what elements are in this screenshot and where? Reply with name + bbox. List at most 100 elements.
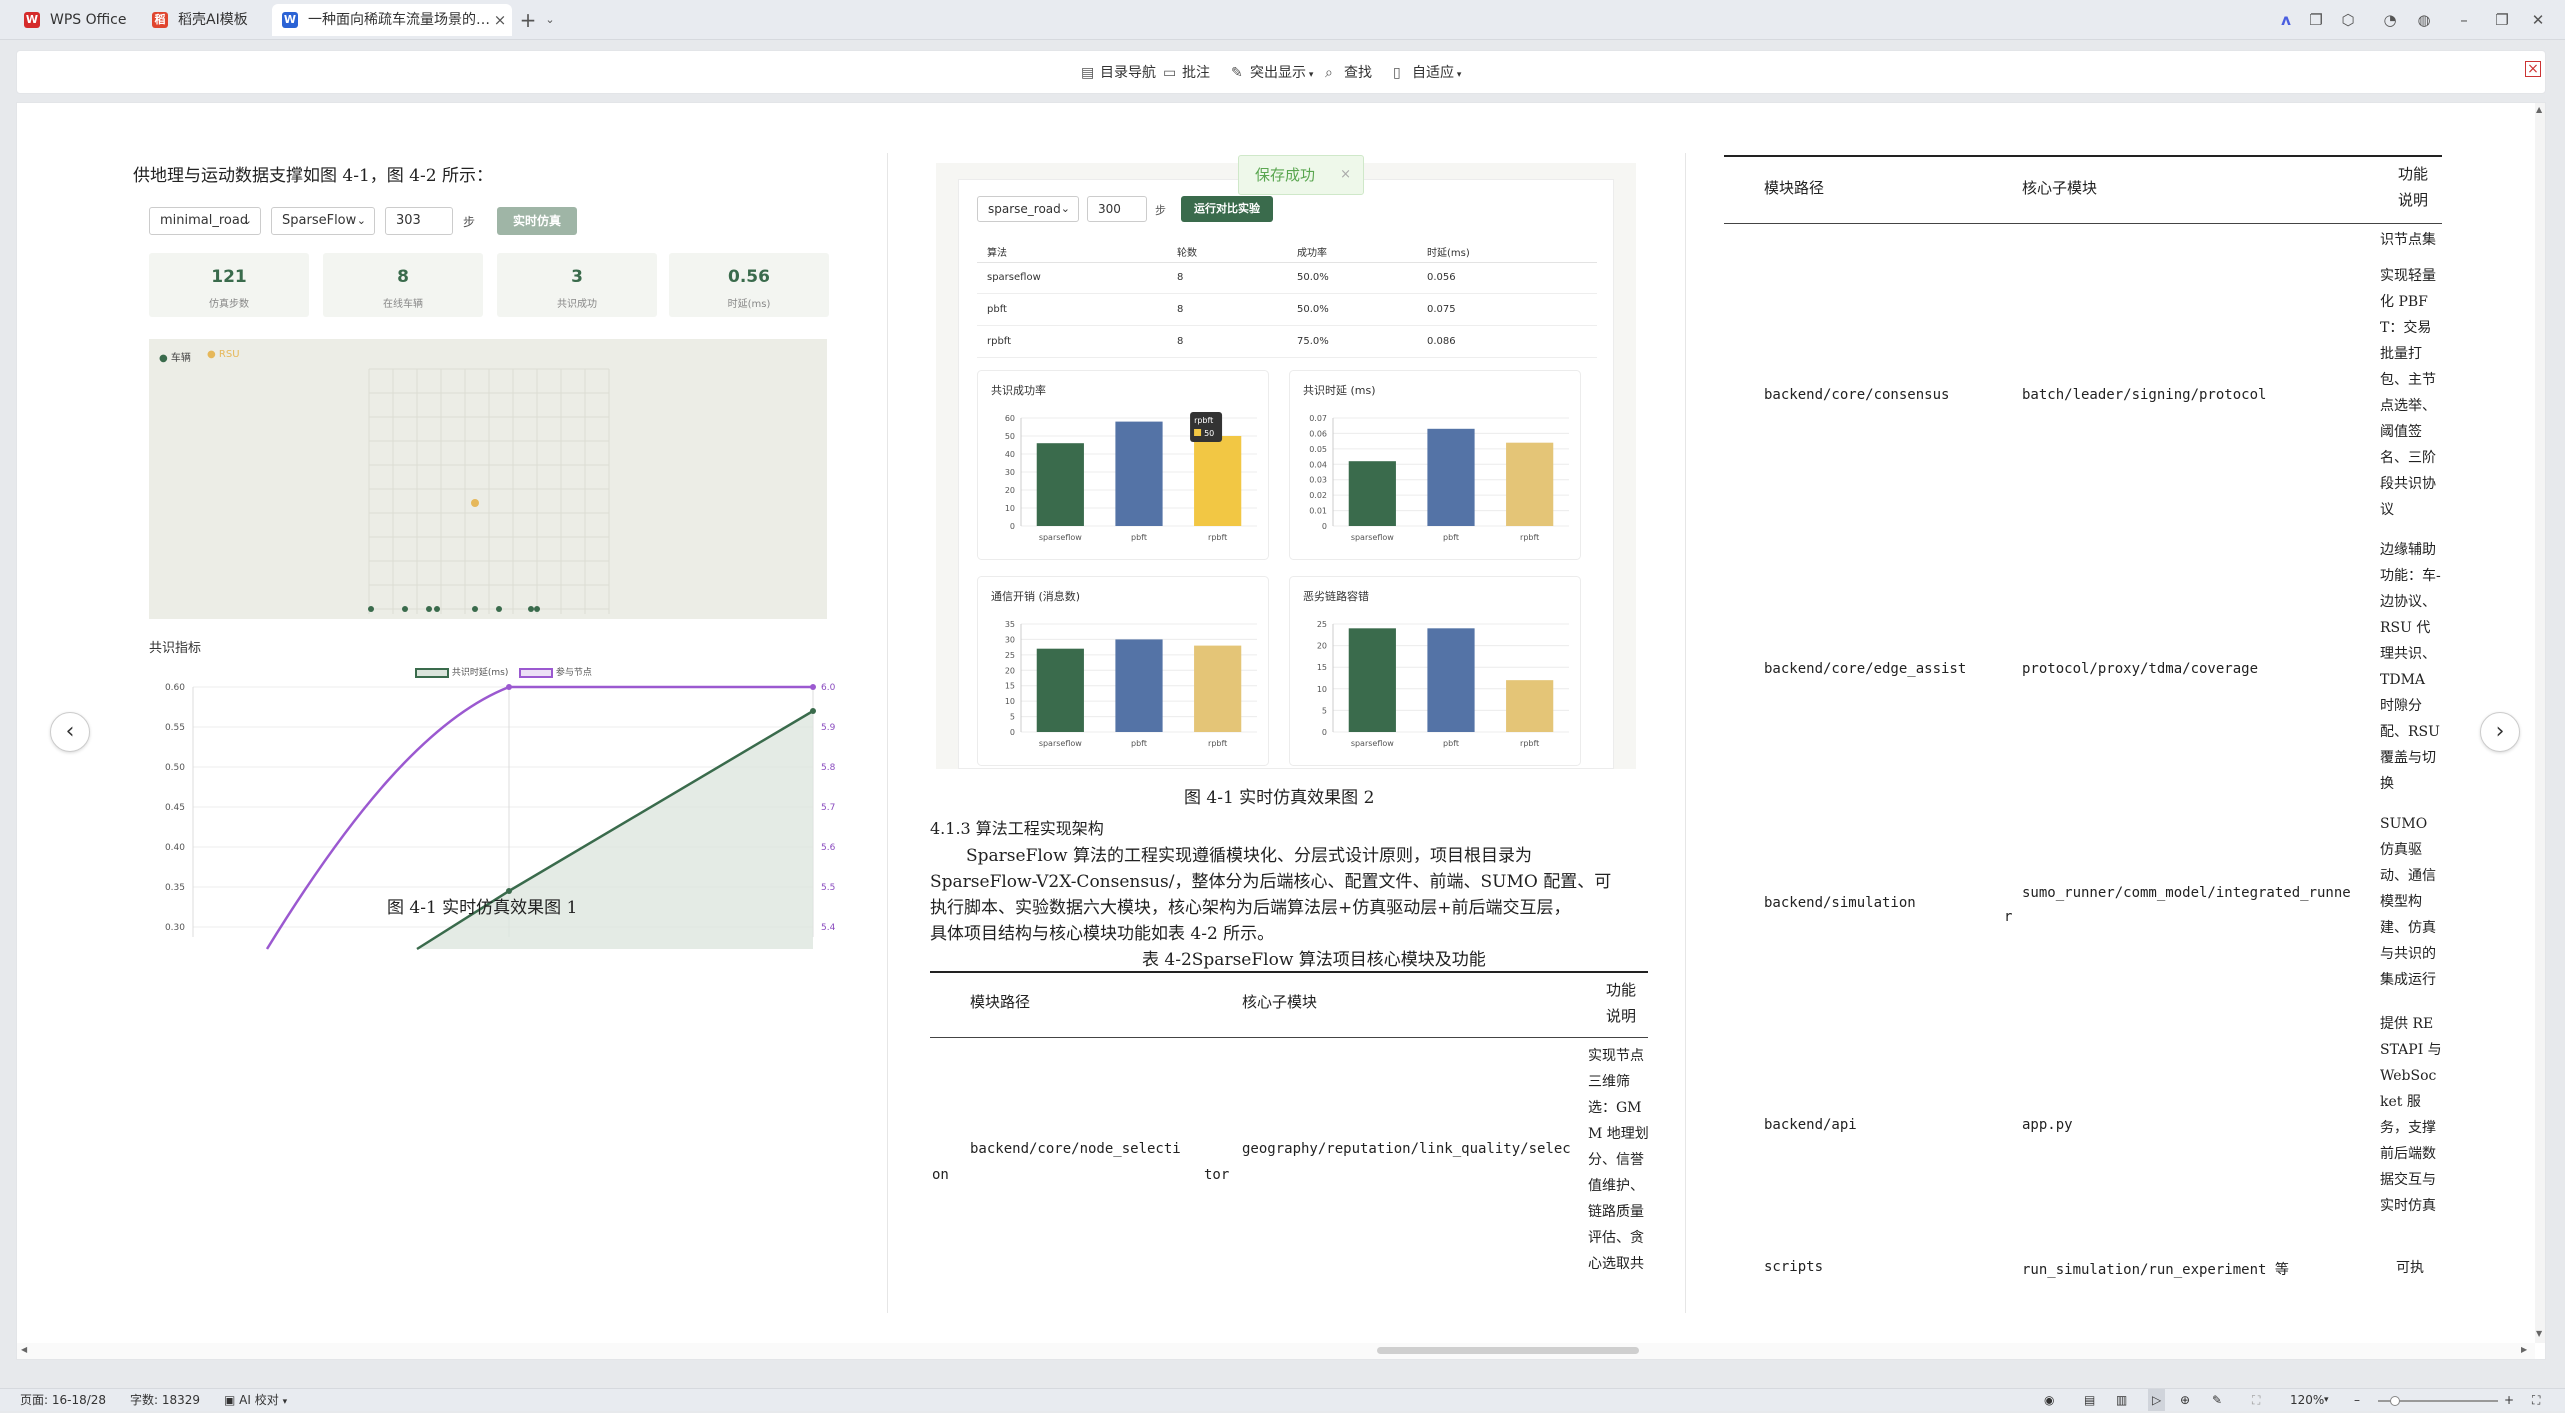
y-tick-label: 50 — [1005, 432, 1015, 441]
package-icon[interactable]: ⬡ — [2336, 8, 2360, 32]
avatar[interactable]: ◍ — [2412, 8, 2436, 32]
road-select[interactable]: minimal_road ⌄ — [149, 207, 261, 235]
annotate-button[interactable]: ▭ 批注 — [1163, 62, 1210, 84]
toast-close-icon[interactable]: × — [1340, 156, 1351, 194]
row-sub-scripts: run_simulation/run_experiment 等 — [2022, 1262, 2289, 1278]
toc-nav-button[interactable]: ▤ 目录导航 — [1081, 62, 1156, 84]
row-sub-simulation: sumo_runner/comm_model/integrated_runne — [2022, 885, 2351, 901]
zoom-menu-chevron-icon[interactable]: ▾ — [2324, 1389, 2329, 1411]
y-tick-label: 35 — [1005, 620, 1015, 629]
stat-card-vehicles: 8 在线车辆 — [323, 253, 483, 317]
next-page-button[interactable]: › — [2480, 712, 2520, 752]
algorithm-select[interactable]: SparseFlow ⌄ — [271, 207, 375, 235]
bar[interactable] — [1506, 680, 1554, 732]
focus-mode-icon[interactable]: ⛶ — [2252, 1389, 2260, 1411]
scroll-up-arrow-icon[interactable]: ▲ — [2536, 105, 2542, 114]
bar[interactable] — [1427, 628, 1475, 732]
bar[interactable] — [1194, 436, 1242, 526]
find-button[interactable]: ⌕ 查找 — [1325, 62, 1372, 84]
restore-icon[interactable]: ❐ — [2490, 8, 2514, 32]
x-tick-label: rpbft — [1520, 533, 1539, 542]
tab-document[interactable]: W 一种面向稀疏车流量场景的… — [272, 4, 512, 36]
x-tick-label: sparseflow — [1039, 739, 1082, 748]
scroll-thumb[interactable] — [1377, 1347, 1639, 1354]
x-tick-label: rpbft — [1520, 739, 1539, 748]
bar[interactable] — [1036, 648, 1084, 732]
highlight-button[interactable]: ✎ 突出显示 ▾ — [1231, 62, 1313, 84]
col-rounds: 轮数 — [1177, 248, 1197, 259]
bar[interactable] — [1348, 461, 1396, 526]
scroll-left-arrow-icon[interactable]: ◀ — [21, 1345, 27, 1354]
th-function: 功能说明 — [1606, 981, 1637, 1025]
steps-input[interactable]: 300 — [1087, 196, 1147, 222]
run-comparison-button[interactable]: 运行对比实验 — [1181, 196, 1273, 222]
page-view-icon[interactable]: ▤ — [2084, 1389, 2095, 1411]
road-select[interactable]: sparse_road ⌄ — [977, 196, 1079, 222]
prev-page-button[interactable]: ‹ — [50, 712, 90, 752]
y-tick-label: 10 — [1005, 504, 1015, 513]
y-tick-label: 25 — [1317, 620, 1327, 629]
bar[interactable] — [1506, 442, 1554, 526]
nodes-point[interactable] — [506, 684, 512, 690]
bar[interactable] — [1115, 639, 1163, 732]
row-sub-edge-assist: protocol/proxy/tdma/coverage — [2022, 661, 2259, 677]
window-layout-icon[interactable]: ❐ — [2304, 8, 2328, 32]
right-tick-label: 5.8 — [821, 763, 836, 773]
chevron-left-icon: ‹ — [65, 719, 75, 744]
new-tab-icon[interactable]: + — [516, 8, 540, 32]
vertical-scrollbar[interactable]: ▲ ▼ — [2535, 103, 2545, 1343]
table-cell: 8 — [1177, 336, 1184, 347]
latency-point[interactable] — [810, 708, 816, 714]
ai-icon[interactable]: ᴧ — [2274, 8, 2298, 32]
y-tick-label: 0 — [1322, 522, 1327, 531]
y-tick-label: 5 — [1010, 713, 1015, 722]
tab-close-icon[interactable]: × — [488, 8, 512, 32]
scroll-right-arrow-icon[interactable]: ▶ — [2521, 1345, 2527, 1354]
web-view-icon[interactable]: ⊕ — [2180, 1389, 2190, 1411]
fullscreen-icon[interactable]: ⛶ — [2532, 1389, 2540, 1411]
zoom-slider-handle[interactable] — [2390, 1396, 2400, 1406]
zoom-out-icon[interactable]: – — [2354, 1389, 2360, 1411]
bar[interactable] — [1194, 645, 1242, 732]
bar[interactable] — [1115, 421, 1163, 526]
nodes-point[interactable] — [810, 684, 816, 690]
word-count[interactable]: 字数: 18329 — [130, 1389, 200, 1411]
realtime-sim-button[interactable]: 实时仿真 — [497, 207, 577, 235]
intro-paragraph: 供地理与运动数据支撑如图 4-1，图 4-2 所示： — [133, 166, 493, 186]
horizontal-scrollbar[interactable]: ◀ ▶ — [17, 1343, 2535, 1359]
outline-view-icon[interactable]: ▥ — [2116, 1389, 2127, 1411]
x-tick-label: pbft — [1131, 533, 1147, 542]
x-tick-label: sparseflow — [1351, 739, 1394, 748]
steps-input[interactable]: 303 — [385, 207, 453, 235]
document-viewport[interactable]: 供地理与运动数据支撑如图 4-1，图 4-2 所示： minimal_road ⌄… — [16, 102, 2546, 1360]
y-tick-label: 0.01 — [1309, 507, 1327, 516]
chart-title: 共识成功率 — [991, 383, 1046, 397]
tab-list-chevron-icon[interactable]: ⌄ — [538, 8, 562, 32]
zoom-level[interactable]: 120% — [2290, 1389, 2324, 1411]
skin-icon[interactable]: ◔ — [2378, 8, 2402, 32]
fit-button[interactable]: ▯ 自适应 ▾ — [1393, 62, 1461, 84]
close-window-icon[interactable]: ✕ — [2526, 8, 2550, 32]
ai-proofread-button[interactable]: ▣ AI 校对 ▾ — [224, 1389, 287, 1413]
y-tick-label: 15 — [1317, 663, 1327, 672]
edit-mode-icon[interactable]: ✎ — [2212, 1389, 2222, 1411]
tab-wps-office[interactable]: W WPS Office — [14, 4, 140, 36]
scroll-down-arrow-icon[interactable]: ▼ — [2536, 1329, 2542, 1338]
table-cell: 50.0% — [1297, 304, 1329, 315]
legend-vehicle: ● 车辆 — [159, 353, 191, 364]
eye-protect-icon[interactable]: ◉ — [2044, 1389, 2054, 1411]
tab-docer-templates[interactable]: 稻 稻壳AI模板 — [142, 4, 266, 36]
minimize-icon[interactable]: – — [2452, 8, 2476, 32]
table-cell: 0.075 — [1427, 304, 1456, 315]
table-row: pbft 8 50.0% 0.075 — [977, 294, 1597, 326]
bar[interactable] — [1348, 628, 1396, 732]
zoom-in-icon[interactable]: + — [2504, 1389, 2514, 1411]
exit-reader-icon[interactable]: × — [2525, 61, 2541, 77]
row-path-consensus: backend/core/consensus — [1764, 387, 1950, 403]
bar[interactable] — [1427, 428, 1475, 526]
tooltip-value: 50 — [1204, 429, 1214, 438]
reading-mode-icon[interactable]: ▷ — [2148, 1389, 2166, 1411]
right-tick-label: 5.9 — [821, 723, 836, 733]
reader-toolbar: ▤ 目录导航 ▭ 批注 ✎ 突出显示 ▾ ⌕ 查找 ▯ 自适应 ▾ × — [16, 50, 2546, 94]
bar[interactable] — [1036, 443, 1084, 526]
